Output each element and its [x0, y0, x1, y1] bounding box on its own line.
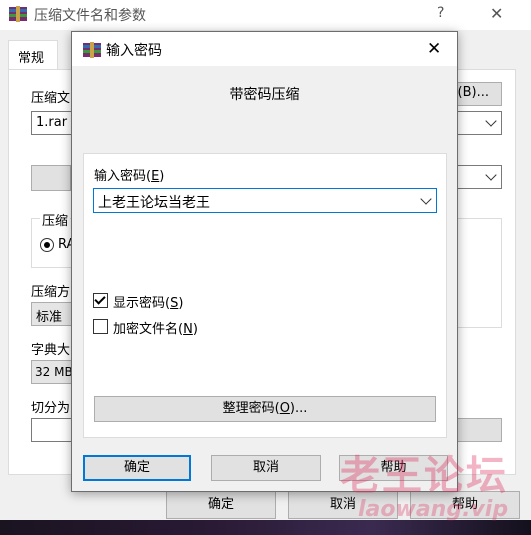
parent-help-button[interactable]: ?: [437, 5, 444, 21]
update-mode-select[interactable]: [455, 165, 502, 189]
show-password-checkbox[interactable]: 显示密码(S): [93, 292, 203, 311]
show-password-end: ): [178, 296, 184, 311]
parent-param-button[interactable]: [455, 418, 502, 442]
show-password-label: 显示密码(S): [113, 292, 183, 311]
password-value: 上老王论坛当老王: [98, 195, 210, 211]
method-value: 标准: [36, 310, 63, 325]
dialog-help-button[interactable]: 帮助: [339, 455, 448, 481]
encrypt-names-end: ): [192, 322, 198, 337]
show-password-box: [93, 293, 108, 308]
dialog-help-label: 帮助: [380, 460, 407, 475]
encrypt-names-text: 加密文件名(: [113, 322, 184, 337]
dialog-titlebar: 输入密码 ✕: [72, 32, 457, 66]
dialog-heading: 带密码压缩: [229, 87, 300, 103]
parent-help-bottom-button[interactable]: 帮助: [410, 491, 520, 519]
organize-passwords-button[interactable]: 整理密码(O)...: [94, 396, 436, 422]
dict-select[interactable]: 32 MB: [31, 360, 76, 384]
encrypt-names-checkbox[interactable]: 加密文件名(N): [93, 318, 223, 337]
parent-close-button[interactable]: ✕: [490, 4, 503, 23]
show-password-text: 显示密码(: [113, 296, 171, 311]
tab-general-label: 常规: [18, 51, 45, 66]
organize-label-text: 整理密码(: [222, 401, 280, 416]
parent-title: 压缩文件名和参数: [34, 8, 146, 24]
tab-general[interactable]: 常规: [8, 40, 58, 70]
chevron-down-icon: [485, 115, 497, 127]
checkmark-icon: [94, 293, 106, 305]
parent-cancel-button[interactable]: 取消: [288, 491, 398, 519]
encrypt-names-label: 加密文件名(N): [113, 318, 198, 337]
parent-cancel-label: 取消: [329, 497, 356, 512]
password-label-end: ): [159, 169, 165, 184]
browse-button-label: (B)...: [457, 85, 489, 100]
format-group-label: 压缩: [40, 210, 71, 229]
winrar-app-icon: [9, 6, 27, 22]
options-group: [455, 218, 502, 328]
method-select[interactable]: 标准: [31, 302, 76, 326]
organize-label-end: )...: [289, 401, 308, 416]
archive-name-label: 压缩文: [31, 91, 71, 106]
dict-value: 32 MB: [35, 365, 73, 379]
chevron-down-icon: [485, 169, 497, 181]
parent-ok-label: 确定: [207, 497, 234, 512]
archive-name-value: 1.rar: [36, 115, 68, 130]
dialog-cancel-button[interactable]: 取消: [211, 455, 321, 481]
split-label: 切分为: [31, 401, 71, 416]
dict-label: 字典大: [31, 343, 71, 358]
encrypt-names-hotkey: N: [183, 322, 193, 337]
dialog-ok-button[interactable]: 确定: [83, 455, 191, 481]
encrypt-names-box: [93, 319, 108, 334]
dialog-cancel-label: 取消: [252, 460, 279, 475]
update-mode-button[interactable]: [31, 165, 71, 191]
dialog-ok-label: 确定: [123, 460, 150, 475]
parent-help-label: 帮助: [451, 497, 478, 512]
organize-label-hotkey: O: [279, 401, 290, 416]
chevron-down-icon: [420, 192, 432, 205]
dialog-title: 输入密码: [106, 43, 162, 59]
format-rar-radio[interactable]: [40, 238, 54, 252]
password-label-text: 输入密码(: [94, 169, 152, 184]
radio-dot-icon: [44, 242, 50, 248]
winrar-dialog-icon: [83, 42, 101, 58]
method-label: 压缩方: [31, 285, 71, 300]
parent-titlebar: 压缩文件名和参数 ? ✕: [0, 0, 531, 30]
dialog-close-button[interactable]: ✕: [427, 39, 441, 59]
password-dialog: 输入密码 ✕ 带密码压缩 输入密码(E) 上老王论坛当老王 显示密码(S) 加密…: [71, 31, 458, 492]
password-input[interactable]: 上老王论坛当老王: [93, 188, 437, 213]
split-input[interactable]: [31, 418, 76, 442]
password-label: 输入密码(E): [94, 165, 164, 184]
parent-ok-button[interactable]: 确定: [166, 491, 276, 519]
desktop-background: [0, 520, 531, 535]
